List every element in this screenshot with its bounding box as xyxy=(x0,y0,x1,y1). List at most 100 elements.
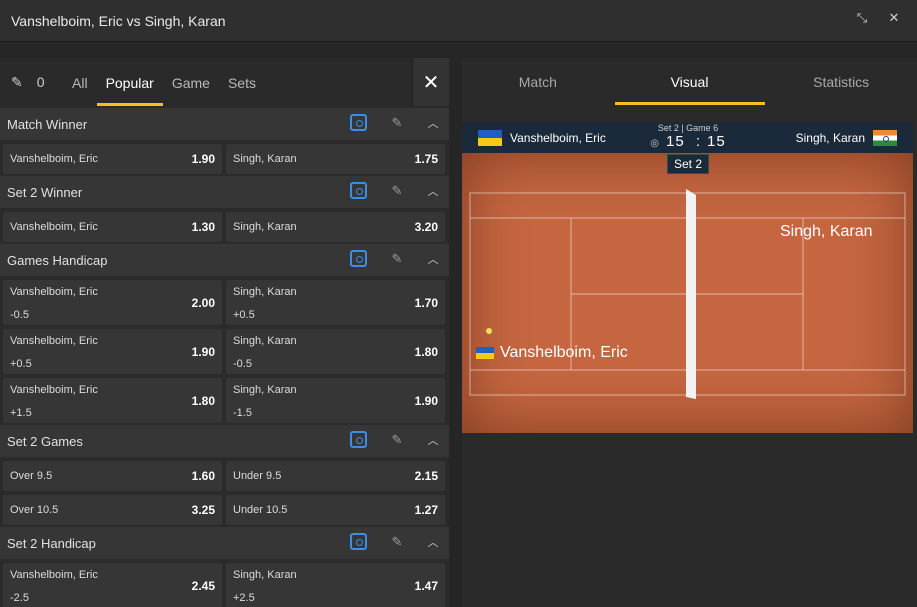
tab-all[interactable]: All xyxy=(63,58,97,106)
pinned-counter[interactable]: ✎ 0 xyxy=(11,74,63,91)
selection-name: Singh, Karan xyxy=(233,384,297,396)
player2-name: Singh, Karan xyxy=(795,130,865,145)
selection-name: Under 9.5 xyxy=(233,470,282,482)
match-panel: Match Visual Statistics Vanshelboim, Eri… xyxy=(462,58,917,607)
ukraine-flag-icon xyxy=(478,129,502,146)
score-player2: 15 xyxy=(707,133,726,150)
markets-panel: ✎ 0 All Popular Game Sets ✕ Match Winner… xyxy=(0,58,449,607)
odds-price: 2.45 xyxy=(191,578,215,593)
pin-icon[interactable]: ✎ xyxy=(389,432,405,448)
odds-price: 2.00 xyxy=(191,295,215,310)
selection-name: Singh, Karan xyxy=(233,221,297,233)
statistics-icon[interactable] xyxy=(350,114,367,131)
handicap-line: -0.5 xyxy=(233,358,252,370)
handicap-line: -2.5 xyxy=(10,592,29,604)
match-tabs: Match Visual Statistics xyxy=(462,58,917,106)
odds-button[interactable]: Over 9.5 1.60 xyxy=(3,461,222,491)
market-header[interactable]: Set 2 Games ✎ ︿ xyxy=(0,425,449,457)
selection-name: Under 10.5 xyxy=(233,504,288,516)
scoreboard: Vanshelboim, Eric Set 2 | Game 6 ◎ 15 :15… xyxy=(462,122,913,153)
minimize-icon[interactable]: ⤡ xyxy=(853,9,871,27)
tab-visual[interactable]: Visual xyxy=(614,58,766,106)
odds-button[interactable]: Under 10.5 1.27 xyxy=(226,495,445,525)
tab-match[interactable]: Match xyxy=(462,58,614,106)
odds-button[interactable]: Singh, Karan +0.5 1.70 xyxy=(226,280,445,325)
statistics-icon[interactable] xyxy=(350,533,367,550)
selection-name: Over 9.5 xyxy=(10,470,53,482)
court-lines xyxy=(469,189,906,399)
tab-popular[interactable]: Popular xyxy=(96,58,164,106)
tab-game[interactable]: Game xyxy=(163,58,219,106)
selection-name: Singh, Karan xyxy=(233,569,297,581)
pin-icon[interactable]: ✎ xyxy=(389,183,405,199)
odds-button[interactable]: Singh, Karan -1.5 1.90 xyxy=(226,378,445,423)
odds-button[interactable]: Vanshelboim, Eric 1.90 xyxy=(3,144,222,174)
selection-name: Vanshelboim, Eric xyxy=(10,384,98,396)
odds-button[interactable]: Singh, Karan 1.75 xyxy=(226,144,445,174)
odds-button[interactable]: Singh, Karan +2.5 1.47 xyxy=(226,563,445,607)
tab-statistics[interactable]: Statistics xyxy=(765,58,917,106)
chevron-up-icon[interactable]: ︿ xyxy=(427,432,439,448)
market-name: Set 2 Handicap xyxy=(7,535,96,551)
odds-price: 1.90 xyxy=(414,393,438,408)
statistics-icon[interactable] xyxy=(350,250,367,267)
handicap-line: +2.5 xyxy=(233,592,255,604)
net-icon xyxy=(686,189,696,399)
odds-button[interactable]: Singh, Karan 3.20 xyxy=(226,212,445,242)
odds-row: Vanshelboim, Eric 1.90 Singh, Karan 1.75 xyxy=(0,140,449,174)
pin-icon: ✎ xyxy=(11,73,23,90)
title-bar: Vanshelboim, Eric vs Singh, Karan ⤡ ✕ xyxy=(0,0,917,42)
score-center: Set 2 | Game 6 ◎ 15 :15 xyxy=(638,122,738,150)
odds-button[interactable]: Vanshelboim, Eric +1.5 1.80 xyxy=(3,378,222,423)
selection-name: Vanshelboim, Eric xyxy=(10,335,98,347)
market-name: Set 2 Winner xyxy=(7,184,83,200)
market-header[interactable]: Games Handicap ✎ ︿ xyxy=(0,244,449,276)
statistics-icon[interactable] xyxy=(350,431,367,448)
odds-button[interactable]: Vanshelboim, Eric +0.5 1.90 xyxy=(3,329,222,374)
selection-name: Over 10.5 xyxy=(10,504,59,516)
odds-row: Vanshelboim, Eric +0.5 1.90 Singh, Karan -0.… xyxy=(0,325,449,374)
close-icon[interactable]: ✕ xyxy=(412,58,449,106)
court-player1-label: Vanshelboim, Eric xyxy=(500,344,628,361)
odds-price: 1.90 xyxy=(191,344,215,359)
score-separator: : xyxy=(695,133,702,150)
player1-name: Vanshelboim, Eric xyxy=(510,130,606,145)
market-name: Match Winner xyxy=(7,116,88,132)
odds-button[interactable]: Vanshelboim, Eric -2.5 2.45 xyxy=(3,563,222,607)
odds-button[interactable]: Vanshelboim, Eric 1.30 xyxy=(3,212,222,242)
window-title: Vanshelboim, Eric vs Singh, Karan xyxy=(11,12,226,29)
serve-icon: ◎ xyxy=(650,138,660,149)
market-header[interactable]: Match Winner ✎ ︿ xyxy=(0,108,449,140)
statistics-icon[interactable] xyxy=(350,182,367,199)
close-icon[interactable]: ✕ xyxy=(885,9,903,27)
handicap-line: +1.5 xyxy=(10,407,32,419)
odds-row: Over 10.5 3.25 Under 10.5 1.27 xyxy=(0,491,449,525)
odds-row: Vanshelboim, Eric +1.5 1.80 Singh, Karan -1.… xyxy=(0,374,449,423)
odds-price: 1.80 xyxy=(191,393,215,408)
odds-row: Vanshelboim, Eric -2.5 2.45 Singh, Karan +2.… xyxy=(0,559,449,607)
odds-button[interactable]: Vanshelboim, Eric -0.5 2.00 xyxy=(3,280,222,325)
odds-button[interactable]: Singh, Karan -0.5 1.80 xyxy=(226,329,445,374)
odds-price: 1.27 xyxy=(414,503,438,517)
odds-row: Over 9.5 1.60 Under 9.5 2.15 xyxy=(0,457,449,491)
chevron-up-icon[interactable]: ︿ xyxy=(427,534,439,550)
handicap-line: +0.5 xyxy=(10,358,32,370)
selection-name: Singh, Karan xyxy=(233,153,297,165)
odds-price: 1.75 xyxy=(414,152,438,166)
market-header[interactable]: Set 2 Winner ✎ ︿ xyxy=(0,176,449,208)
odds-price: 1.90 xyxy=(191,152,215,166)
game-score: ◎ 15 :15 xyxy=(638,133,738,150)
pin-icon[interactable]: ✎ xyxy=(389,534,405,550)
odds-button[interactable]: Over 10.5 3.25 xyxy=(3,495,222,525)
pin-icon[interactable]: ✎ xyxy=(389,115,405,131)
odds-price: 2.15 xyxy=(414,469,438,483)
tab-sets[interactable]: Sets xyxy=(219,58,265,106)
odds-price: 3.20 xyxy=(414,220,438,234)
chevron-up-icon[interactable]: ︿ xyxy=(427,115,439,131)
chevron-up-icon[interactable]: ︿ xyxy=(427,251,439,267)
pin-icon[interactable]: ✎ xyxy=(389,251,405,267)
chevron-up-icon[interactable]: ︿ xyxy=(427,183,439,199)
odds-button[interactable]: Under 9.5 2.15 xyxy=(226,461,445,491)
market-header[interactable]: Set 2 Handicap ✎ ︿ xyxy=(0,527,449,559)
india-flag-icon xyxy=(873,129,897,146)
